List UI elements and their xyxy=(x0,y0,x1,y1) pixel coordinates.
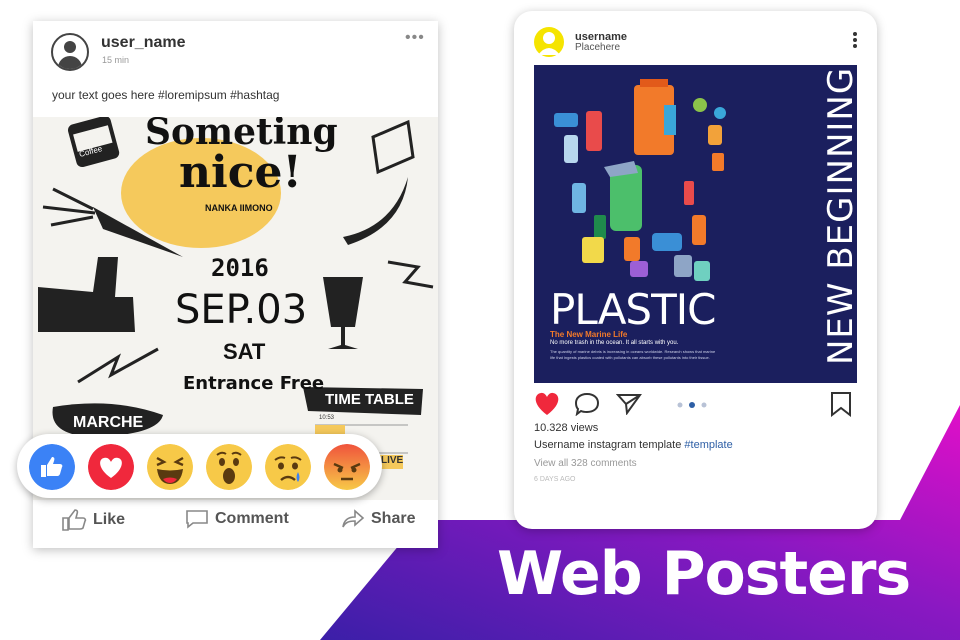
haha-reaction-icon[interactable] xyxy=(147,444,193,490)
like-label: Like xyxy=(93,511,126,528)
carousel-dots[interactable] xyxy=(676,402,708,408)
ig-poster-subtitle: The New Marine Life xyxy=(550,330,628,339)
share-icon xyxy=(342,509,365,528)
like-button[interactable]: Like xyxy=(61,509,125,531)
avatar[interactable] xyxy=(534,27,564,57)
poster-timetable: TIME TABLE xyxy=(325,391,414,408)
poster-date: SEP.03 xyxy=(175,287,308,333)
thumbs-up-icon xyxy=(62,509,87,531)
share-button[interactable]: Share xyxy=(341,509,415,529)
ig-poster-title: PLASTIC xyxy=(550,285,716,334)
share-label: Share xyxy=(371,510,416,527)
more-options-icon[interactable] xyxy=(852,31,858,49)
ig-location[interactable]: Placehere xyxy=(575,42,620,53)
poster-sub: NANKA IIMONO xyxy=(205,203,273,213)
poster-live: LIVE xyxy=(381,455,404,466)
share-icon[interactable] xyxy=(616,393,642,415)
post-text: your text goes here #loremipsum #hashtag xyxy=(52,88,280,102)
post-time: 15 min xyxy=(102,55,130,65)
instagram-post-card: username Placehere PLASTIC The New Marin… xyxy=(514,11,877,529)
sad-reaction-icon[interactable] xyxy=(265,444,311,490)
comment-icon[interactable] xyxy=(574,392,600,416)
headline: Web Posters xyxy=(497,539,911,609)
avatar[interactable] xyxy=(51,33,89,71)
poster-entrance: Entrance Free xyxy=(183,373,325,394)
heart-icon[interactable] xyxy=(533,392,561,416)
ig-caption: Username instagram template #template xyxy=(534,439,733,451)
ig-post-image[interactable]: PLASTIC The New Marine Life No more tras… xyxy=(534,65,857,383)
ig-caption-text: instagram template xyxy=(584,439,685,451)
poster-day: SAT xyxy=(223,339,266,364)
post-username[interactable]: user_name xyxy=(101,34,186,52)
poster-year: 2016 xyxy=(211,254,269,282)
more-options-icon[interactable]: ••• xyxy=(405,29,425,47)
bookmark-icon[interactable] xyxy=(830,391,852,417)
stage: user_name 15 min ••• your text goes here… xyxy=(0,0,960,640)
comment-icon xyxy=(186,510,208,529)
like-reaction-icon[interactable] xyxy=(29,444,75,490)
ig-view-comments[interactable]: View all 328 comments xyxy=(534,458,637,469)
user-icon xyxy=(538,32,560,55)
ig-poster-vertical: NEW BEGINNING xyxy=(821,66,857,365)
ig-poster-body: The quantity of marine debris is increas… xyxy=(550,349,716,360)
comment-button[interactable]: Comment xyxy=(185,509,289,529)
post-actions-bar: Like Comment Share xyxy=(33,503,438,539)
ig-age: 6 DAYS AGO xyxy=(534,476,576,483)
ig-caption-user[interactable]: Username xyxy=(534,439,585,451)
poster-timetable-row: 10:53 xyxy=(319,415,335,421)
angry-reaction-icon[interactable] xyxy=(324,444,370,490)
poster-marche: MARCHE xyxy=(73,414,144,431)
comment-label: Comment xyxy=(215,510,289,527)
reactions-bar xyxy=(17,434,382,498)
ig-poster-tagline: No more trash in the ocean. It all start… xyxy=(550,340,679,346)
ig-views: 10.328 views xyxy=(534,422,599,434)
poster-line2: nice! xyxy=(179,147,302,198)
wow-reaction-icon[interactable] xyxy=(206,444,252,490)
ig-caption-tag[interactable]: #template xyxy=(684,439,732,451)
love-reaction-icon[interactable] xyxy=(88,444,134,490)
